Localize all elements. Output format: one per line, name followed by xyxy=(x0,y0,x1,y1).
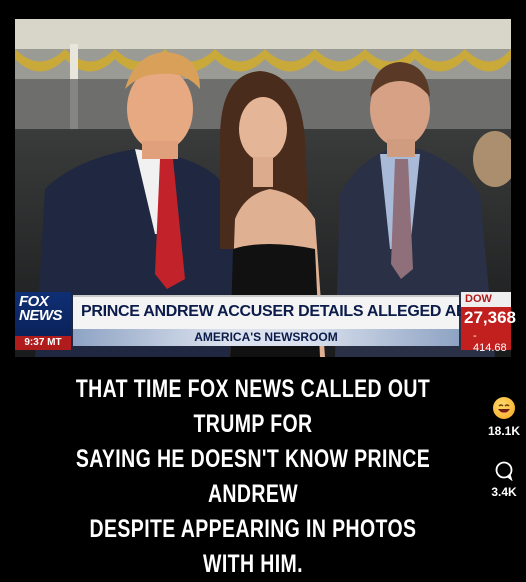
laugh-count: 18.1K xyxy=(487,424,521,438)
fox-news-logo: FOX NEWS 9:37 MT xyxy=(15,292,71,350)
ticker-label: DOW WA xyxy=(461,292,511,320)
show-name: AMERICA'S NEWSROOM xyxy=(194,330,338,344)
ticker-change: - 414.68 xyxy=(473,330,507,354)
ticker-value: 27,368 xyxy=(464,308,516,327)
meme-caption: THAT TIME FOX NEWS CALLED OUT TRUMP FOR … xyxy=(70,372,437,582)
fox-logo-line2: NEWS xyxy=(19,307,63,324)
caption-line-2: SAYING HE DOESN'T KNOW PRINCE ANDREW xyxy=(75,445,431,508)
stock-ticker: DOW WA 27,368 - 414.68 xyxy=(461,292,516,354)
comment-bubble-icon[interactable] xyxy=(494,461,514,481)
news-chyron: FOX NEWS 9:37 MT PRINCE ANDREW ACCUSER D… xyxy=(15,292,516,354)
comment-count: 3.4K xyxy=(491,485,517,499)
caption-line-3: DESPITE APPEARING IN PHOTOS WITH HIM. xyxy=(89,515,417,578)
caption-line-1: THAT TIME FOX NEWS CALLED OUT TRUMP FOR xyxy=(75,375,431,438)
fox-logo-text: FOX NEWS xyxy=(19,294,63,324)
laughing-emoji-icon[interactable] xyxy=(493,397,515,419)
headline-text: PRINCE ANDREW ACCUSER DETAILS ALLEGED AB… xyxy=(81,303,500,320)
show-name-bar: AMERICA'S NEWSROOM xyxy=(73,329,459,346)
headline-bar: PRINCE ANDREW ACCUSER DETAILS ALLEGED AB… xyxy=(73,295,500,329)
broadcast-time: 9:37 MT xyxy=(15,336,71,350)
